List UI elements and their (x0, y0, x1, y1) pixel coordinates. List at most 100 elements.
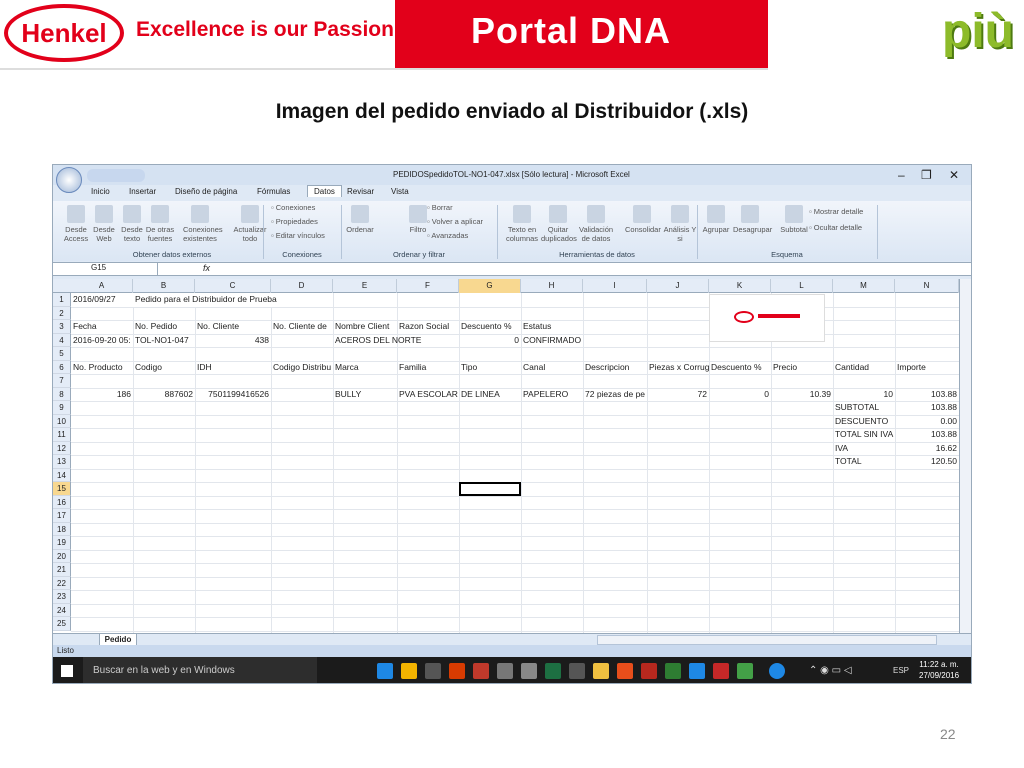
column-header-k[interactable]: K (709, 279, 771, 293)
row-header-18[interactable]: 18 (53, 522, 71, 536)
outlook-icon[interactable] (449, 663, 465, 679)
name-box[interactable]: G15 (53, 263, 158, 275)
tab-dise-o-de-p-gina[interactable]: Diseño de página (175, 187, 237, 196)
row-header-1[interactable]: 1 (53, 293, 71, 307)
row-header-20[interactable]: 20 (53, 549, 71, 563)
cell-c6[interactable]: IDH (195, 361, 271, 375)
quick-access-toolbar[interactable] (87, 169, 145, 182)
column-header-f[interactable]: F (397, 279, 459, 293)
language-indicator[interactable]: ESP (893, 666, 909, 675)
cell-e6[interactable]: Marca (333, 361, 397, 375)
ribbon-actualizar-todo-button[interactable]: Actualizar todo (233, 205, 267, 243)
tab-f-rmulas[interactable]: Fórmulas (257, 187, 290, 196)
cell-f6[interactable]: Familia (397, 361, 459, 375)
fx-icon[interactable]: fx (203, 263, 210, 273)
tab-inicio[interactable]: Inicio (91, 187, 110, 196)
ribbon-mostrar-detalle-button[interactable]: ▫ Mostrar detalle (809, 207, 863, 216)
column-header-h[interactable]: H (521, 279, 583, 293)
ribbon-validaci-n-de-datos-button[interactable]: Validación de datos (579, 205, 613, 243)
row-header-10[interactable]: 10 (53, 414, 71, 428)
row-header-13[interactable]: 13 (53, 455, 71, 469)
row-header-6[interactable]: 6 (53, 360, 71, 374)
cell-h4[interactable]: CONFIRMADO (521, 334, 583, 348)
cell-c8[interactable]: 7501199416526 (195, 388, 271, 402)
ribbon-ocultar-detalle-button[interactable]: ▫ Ocultar detalle (809, 223, 862, 232)
cell-n11[interactable]: 103.88 (895, 428, 959, 442)
cell-h3[interactable]: Estatus (521, 320, 583, 334)
row-header-9[interactable]: 9 (53, 401, 71, 415)
taskbar-search[interactable]: Buscar en la web y en Windows (83, 657, 317, 683)
cell-i6[interactable]: Descripcion (583, 361, 647, 375)
row-header-23[interactable]: 23 (53, 590, 71, 604)
ribbon-texto-en-columnas-button[interactable]: Texto en columnas (505, 205, 539, 243)
tab-insertar[interactable]: Insertar (129, 187, 156, 196)
row-header-8[interactable]: 8 (53, 387, 71, 401)
cell-e3[interactable]: Nombre Client (333, 320, 397, 334)
ribbon-editar-v-nculos-button[interactable]: ▫ Editar vínculos (271, 231, 325, 240)
cell-b4[interactable]: TOL-NO1-047 (133, 334, 195, 348)
word-icon[interactable] (617, 663, 633, 679)
cell-b6[interactable]: Codigo (133, 361, 195, 375)
cell-h6[interactable]: Canal (521, 361, 583, 375)
cell-f8[interactable]: PVA ESCOLAR (397, 388, 459, 402)
cell-e8[interactable]: BULLY (333, 388, 397, 402)
cell-c3[interactable]: No. Cliente (195, 320, 271, 334)
cell-m9[interactable]: SUBTOTAL (833, 401, 895, 415)
row-header-12[interactable]: 12 (53, 441, 71, 455)
spreadsheet-grid[interactable]: A B C D E F G H I J K L M N 1 2 3 4 5 6 7 8 9 10 11 12 13 14 15 16 17 1… (53, 279, 960, 633)
row-header-4[interactable]: 4 (53, 333, 71, 347)
file-explorer-icon[interactable] (401, 663, 417, 679)
camera-icon[interactable] (521, 663, 537, 679)
cell-a1[interactable]: 2016/09/27 (71, 293, 133, 307)
cell-l8[interactable]: 10.39 (771, 388, 833, 402)
ribbon-borrar-button[interactable]: ▫ Borrar (427, 203, 453, 212)
ribbon-conexiones-button[interactable]: ▫ Conexiones (271, 203, 315, 212)
tab-datos[interactable]: Datos (307, 185, 342, 197)
cell-m13[interactable]: TOTAL (833, 455, 895, 469)
cell-b8[interactable]: 887602 (133, 388, 195, 402)
ribbon-ordenar-button[interactable]: Ordenar (343, 205, 377, 234)
row-header-19[interactable]: 19 (53, 536, 71, 550)
column-header-a[interactable]: A (71, 279, 133, 293)
cell-j6[interactable]: Piezas x Corrug (647, 361, 709, 375)
ribbon-agrupar-button[interactable]: Agrupar (699, 205, 733, 234)
ribbon-conexiones-existentes-button[interactable]: Conexiones existentes (183, 205, 223, 243)
tray-icons[interactable]: ⌃ ◉ ▭ ◁ (809, 665, 852, 676)
cell-g3[interactable]: Descuento % (459, 320, 521, 334)
store-icon[interactable] (425, 663, 441, 679)
row-header-11[interactable]: 11 (53, 428, 71, 442)
cell-m8[interactable]: 10 (833, 388, 895, 402)
cell-a6[interactable]: No. Producto (71, 361, 133, 375)
row-header-25[interactable]: 25 (53, 617, 71, 631)
folder-icon[interactable] (593, 663, 609, 679)
cell-n9[interactable]: 103.88 (895, 401, 959, 415)
cell-n6[interactable]: Importe (895, 361, 959, 375)
cell-c4[interactable]: 438 (195, 334, 271, 348)
windows-start-icon[interactable] (61, 665, 73, 677)
ribbon-consolidar-button[interactable]: Consolidar (625, 205, 661, 234)
ribbon-volver-a-aplicar-button[interactable]: ▫ Volver a aplicar (427, 217, 483, 226)
row-header-15[interactable]: 15 (53, 482, 71, 496)
help-icon[interactable] (769, 663, 785, 679)
sheet-henkel-logo-image[interactable] (709, 294, 825, 342)
cell-b1[interactable]: Pedido para el Distribuidor de Prueba (133, 293, 333, 307)
app-icon[interactable] (713, 663, 729, 679)
chrome-icon[interactable] (665, 663, 681, 679)
excel-icon[interactable] (545, 663, 561, 679)
app-icon[interactable] (497, 663, 513, 679)
cell-m10[interactable]: DESCUENTO (833, 415, 895, 429)
column-header-e[interactable]: E (333, 279, 397, 293)
row-header-5[interactable]: 5 (53, 347, 71, 361)
row-header-21[interactable]: 21 (53, 563, 71, 577)
cell-n10[interactable]: 0.00 (895, 415, 959, 429)
cell-n13[interactable]: 120.50 (895, 455, 959, 469)
cell-b3[interactable]: No. Pedido (133, 320, 195, 334)
column-header-g[interactable]: G (459, 279, 521, 293)
ribbon-de-otras-fuentes-button[interactable]: De otras fuentes (143, 205, 177, 243)
cell-a8[interactable]: 186 (71, 388, 133, 402)
cell-d3[interactable]: No. Cliente de (271, 320, 333, 334)
minimize-icon[interactable]: – (898, 168, 905, 182)
ribbon-an-lisis-y-si-button[interactable]: Análisis Y si (663, 205, 697, 243)
cell-n8[interactable]: 103.88 (895, 388, 959, 402)
cell-e4[interactable]: ACEROS DEL NORTE (333, 334, 457, 348)
